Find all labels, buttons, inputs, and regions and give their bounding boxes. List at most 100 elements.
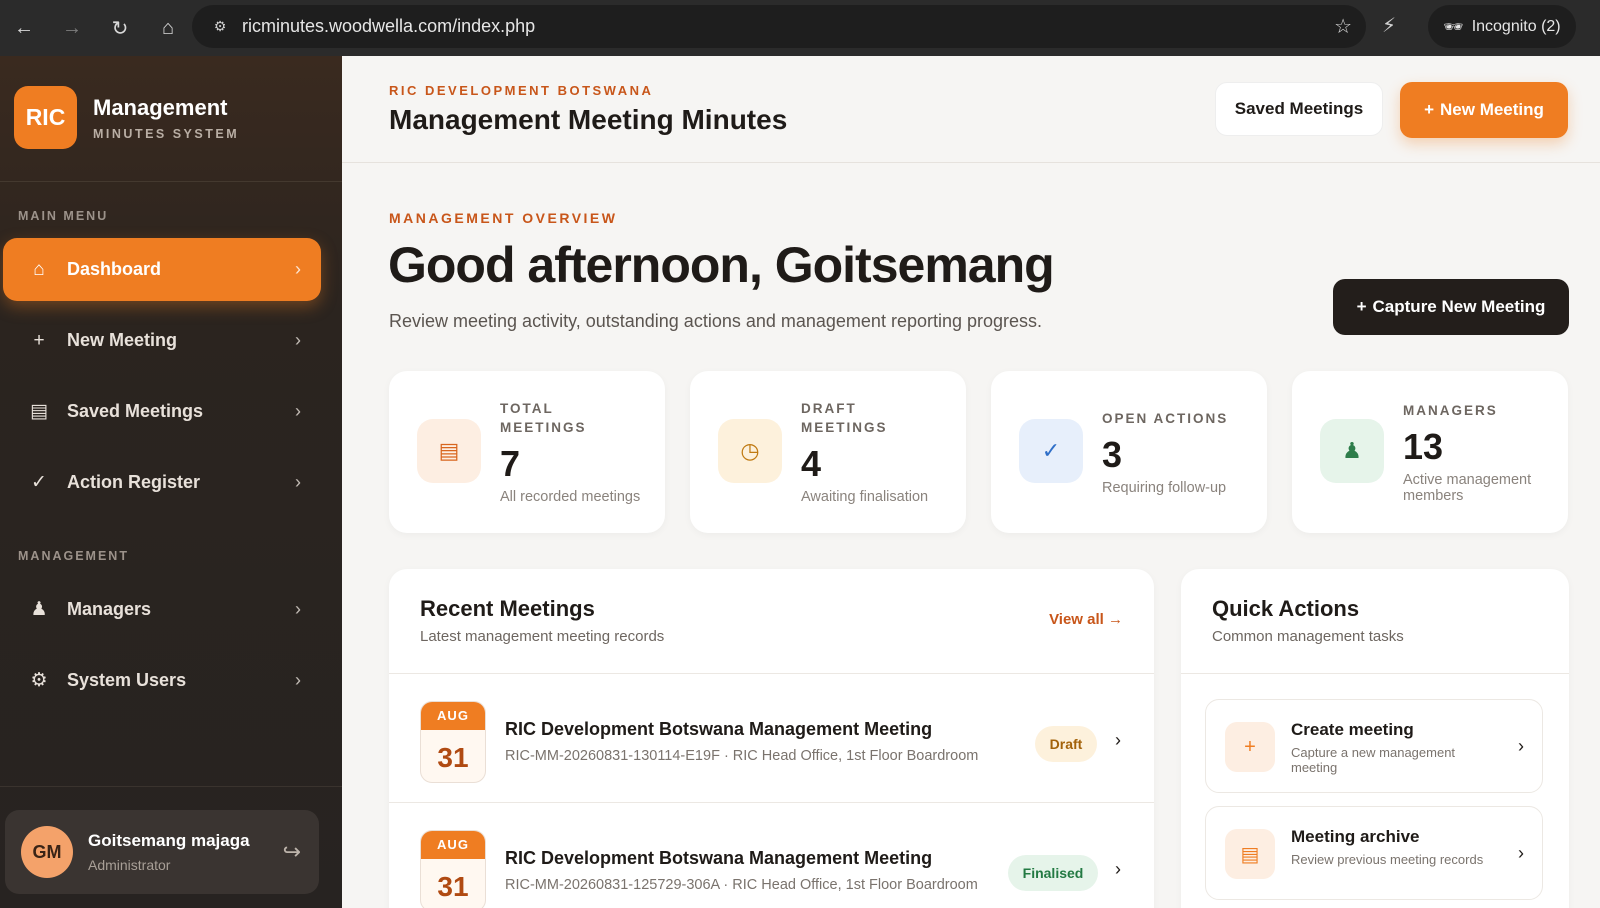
sidebar: RIC Management MINUTES SYSTEM MAIN MENU …	[0, 56, 342, 908]
list-icon: ▤	[1225, 829, 1275, 879]
stat-desc: Requiring follow-up	[1102, 480, 1227, 496]
status-badge: Finalised	[1008, 855, 1098, 891]
incognito-icon: 🕶	[1443, 18, 1464, 36]
chevron-right-icon: ›	[295, 401, 301, 421]
saved-meetings-button[interactable]: Saved Meetings	[1215, 82, 1383, 136]
date-month: AUG	[421, 831, 485, 859]
browser-toolbar: ← → ↻ ⌂ ⚙ ricminutes.woodwella.com/index…	[0, 0, 1600, 56]
chevron-right-icon: ›	[1115, 730, 1121, 750]
quick-action-desc: Review previous meeting records	[1291, 852, 1484, 867]
meeting-meta: RIC-MM-20260831-130114-E19F · RIC Head O…	[505, 748, 979, 764]
chevron-right-icon: ›	[295, 472, 301, 492]
greeting-heading: Good afternoon, Goitsemang	[388, 237, 1055, 293]
list-icon: ▤	[417, 419, 481, 483]
stat-card-draft-meetings: ◷ DRAFT MEETINGS 4 Awaiting finalisation	[690, 371, 966, 533]
recent-meetings-title: Recent Meetings	[420, 596, 595, 621]
divider	[1181, 673, 1569, 674]
stat-desc: All recorded meetings	[500, 489, 641, 505]
reload-icon[interactable]: ↻	[96, 0, 144, 56]
date-month: AUG	[421, 702, 485, 730]
address-bar[interactable]: ⚙ ricminutes.woodwella.com/index.php ☆	[192, 5, 1366, 48]
org-name: RIC DEVELOPMENT BOTSWANA	[389, 83, 654, 98]
divider	[0, 181, 342, 182]
list-icon: ▤	[30, 401, 48, 422]
avatar: GM	[21, 826, 73, 878]
user-icon: ♟	[1320, 419, 1384, 483]
meeting-meta: RIC-MM-20260831-125729-306A · RIC Head O…	[505, 877, 978, 893]
forward-icon[interactable]: →	[48, 0, 96, 56]
plus-icon: +	[33, 329, 45, 351]
new-meeting-button[interactable]: + New Meeting	[1400, 82, 1568, 138]
date-day: 31	[437, 871, 469, 902]
sidebar-item-saved-meetings[interactable]: ▤ Saved Meetings ›	[3, 380, 321, 443]
overview-label: MANAGEMENT OVERVIEW	[389, 210, 618, 226]
check-icon: ✓	[1019, 419, 1083, 483]
user-role: Administrator	[88, 857, 171, 873]
chevron-right-icon: ›	[295, 670, 301, 690]
clock-icon: ◷	[718, 419, 782, 483]
extension-icon[interactable]: ⚡	[1382, 13, 1396, 38]
stat-card-managers: ♟ MANAGERS 13 Active management members	[1292, 371, 1568, 533]
meeting-title: RIC Development Botswana Management Meet…	[505, 719, 933, 739]
sidebar-item-new-meeting[interactable]: + New Meeting ›	[3, 309, 321, 372]
quick-action-meeting-archive[interactable]: ▤ Meeting archive Review previous meetin…	[1205, 806, 1543, 900]
back-icon[interactable]: ←	[0, 0, 48, 56]
new-meeting-label: New Meeting	[1440, 100, 1544, 119]
bookmark-star-icon[interactable]: ☆	[1334, 14, 1352, 39]
stat-label: OPEN ACTIONS	[1102, 411, 1229, 426]
incognito-indicator[interactable]: 🕶 Incognito (2)	[1428, 5, 1576, 48]
quick-action-desc: Capture a new management meeting	[1291, 745, 1456, 775]
plus-icon: +	[1356, 297, 1367, 316]
quick-action-create-meeting[interactable]: + Create meeting Capture a new managemen…	[1205, 699, 1543, 793]
sidebar-item-label: New Meeting	[67, 330, 178, 350]
brand[interactable]: RIC Management MINUTES SYSTEM	[14, 86, 239, 149]
home-icon[interactable]: ⌂	[144, 0, 192, 56]
recent-meetings-panel: Recent Meetings Latest management meetin…	[389, 569, 1154, 908]
user-card[interactable]: GM Goitsemang majaga Administrator ↪	[5, 810, 319, 894]
logout-icon[interactable]: ↪	[283, 839, 301, 865]
sidebar-item-system-users[interactable]: ⚙ System Users ›	[3, 649, 321, 712]
main-menu-label: MAIN MENU	[18, 209, 109, 223]
sidebar-item-managers[interactable]: ♟ Managers ›	[3, 578, 321, 641]
quick-action-title: Meeting archive	[1291, 827, 1420, 846]
meeting-title: RIC Development Botswana Management Meet…	[505, 848, 933, 868]
stat-value: 13	[1403, 426, 1444, 467]
quick-actions-panel: Quick Actions Common management tasks + …	[1181, 569, 1569, 908]
url-text[interactable]: ricminutes.woodwella.com/index.php	[242, 16, 535, 37]
sidebar-item-label: System Users	[67, 670, 187, 690]
stat-value: 3	[1102, 434, 1123, 475]
capture-new-meeting-button[interactable]: + Capture New Meeting	[1333, 279, 1569, 335]
chevron-right-icon: ›	[295, 259, 301, 279]
site-settings-icon[interactable]: ⚙	[198, 18, 242, 35]
greeting-subtitle: Review meeting activity, outstanding act…	[389, 311, 1043, 331]
home-icon: ⌂	[33, 258, 45, 280]
management-label: MANAGEMENT	[18, 549, 129, 563]
check-icon: ✓	[31, 472, 47, 493]
page-title: Management Meeting Minutes	[389, 104, 788, 135]
incognito-label: Incognito (2)	[1471, 17, 1561, 35]
stat-card-total-meetings: ▤ TOTAL MEETINGS 7 All recorded meetings	[389, 371, 665, 533]
recent-meetings-subtitle: Latest management meeting records	[420, 628, 665, 645]
stat-desc: Awaiting finalisation	[801, 489, 929, 505]
list-item[interactable]: AUG 31 RIC Development Botswana Manageme…	[389, 802, 1154, 908]
list-item[interactable]: AUG 31 RIC Development Botswana Manageme…	[389, 674, 1154, 802]
user-name: Goitsemang majaga	[88, 831, 250, 850]
stat-label: DRAFT MEETINGS	[801, 401, 888, 435]
quick-actions-title: Quick Actions	[1212, 596, 1360, 621]
stat-card-open-actions: ✓ OPEN ACTIONS 3 Requiring follow-up	[991, 371, 1267, 533]
capture-label: Capture New Meeting	[1372, 297, 1546, 316]
sidebar-item-action-register[interactable]: ✓ Action Register ›	[3, 451, 321, 514]
stat-label: MANAGERS	[1403, 403, 1498, 418]
date-badge: AUG 31	[420, 701, 486, 783]
chevron-right-icon: ›	[295, 599, 301, 619]
plus-icon: +	[1424, 100, 1435, 119]
quick-actions-subtitle: Common management tasks	[1212, 628, 1404, 645]
sidebar-item-dashboard[interactable]: ⌂ Dashboard ›	[3, 238, 321, 301]
chevron-right-icon: ›	[295, 330, 301, 350]
date-badge: AUG 31	[420, 830, 486, 908]
view-all-link[interactable]: View all →	[1049, 611, 1123, 628]
brand-logo: RIC	[14, 86, 77, 149]
brand-title: Management	[93, 94, 228, 120]
chevron-right-icon: ›	[1518, 736, 1524, 756]
sidebar-item-label: Managers	[67, 599, 152, 619]
